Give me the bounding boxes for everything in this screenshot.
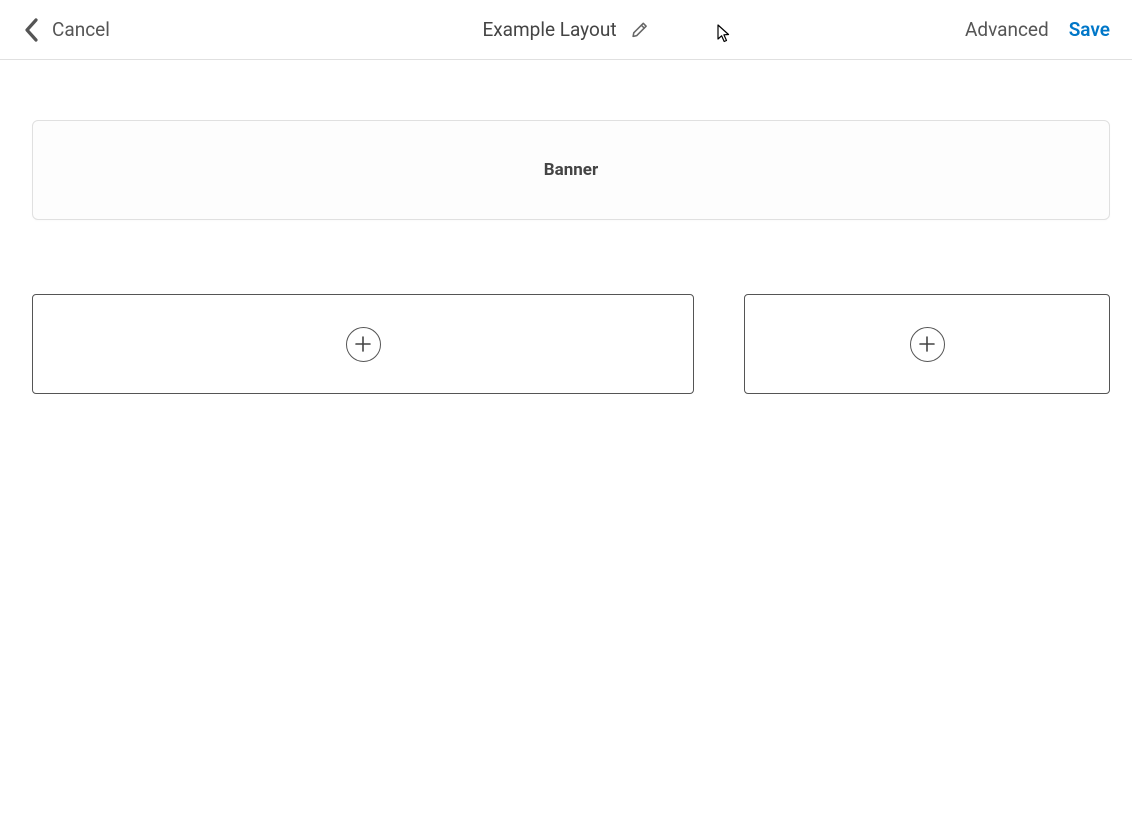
banner-block[interactable]: Banner [32, 120, 1110, 220]
main-content: Banner [0, 60, 1132, 394]
page-title: Example Layout [482, 18, 616, 41]
add-panel-right[interactable] [744, 294, 1110, 394]
pencil-icon[interactable] [631, 20, 650, 39]
header-left: Cancel [22, 17, 110, 43]
plus-icon [910, 327, 945, 362]
back-icon[interactable] [22, 17, 42, 43]
cancel-button[interactable]: Cancel [52, 18, 110, 41]
plus-icon [346, 327, 381, 362]
banner-label: Banner [544, 160, 598, 180]
columns-row [32, 294, 1110, 394]
advanced-button[interactable]: Advanced [965, 18, 1049, 41]
add-panel-left[interactable] [32, 294, 694, 394]
header-right: Advanced Save [965, 18, 1110, 41]
save-button[interactable]: Save [1069, 18, 1110, 41]
header-bar: Cancel Example Layout Advanced Save [0, 0, 1132, 60]
header-center: Example Layout [482, 18, 649, 41]
